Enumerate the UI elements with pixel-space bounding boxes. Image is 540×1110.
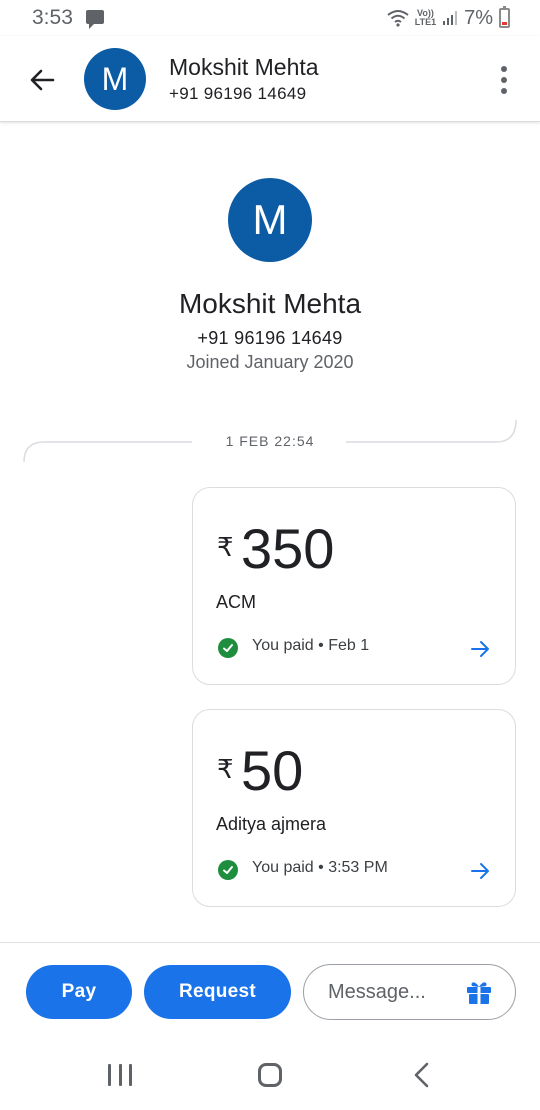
payment-note: ACM — [216, 592, 256, 612]
profile-phone: +91 96196 14649 — [197, 328, 343, 348]
system-nav-bar — [0, 1046, 540, 1110]
payment-note: Aditya ajmera — [216, 814, 327, 834]
payment-status: You paid • 3:53 PM — [252, 859, 388, 876]
recents-icon[interactable] — [108, 1064, 132, 1086]
message-field[interactable] — [303, 964, 516, 1020]
status-bar: 3:53 Vo)) LTE1 7% — [0, 0, 540, 36]
network-type: Vo)) LTE1 — [415, 9, 436, 27]
status-time: 3:53 — [32, 6, 73, 29]
system-back-icon[interactable] — [410, 1062, 434, 1088]
message-input[interactable] — [328, 980, 448, 1004]
currency-symbol: ₹ — [217, 532, 234, 562]
lte-label: LTE1 — [414, 17, 437, 27]
signal-icon — [443, 11, 458, 25]
battery-icon — [499, 6, 510, 28]
arrow-right-icon[interactable] — [469, 860, 491, 882]
recents-icon-bar — [118, 1064, 122, 1086]
request-button[interactable]: Request — [144, 965, 291, 1019]
back-button[interactable] — [22, 60, 62, 100]
status-indicators: Vo)) LTE1 7% — [387, 5, 510, 31]
battery-percentage: 7% — [464, 6, 493, 29]
gift-icon[interactable] — [465, 978, 493, 1006]
payment-amount: 350 — [241, 517, 335, 580]
recents-icon-bar — [108, 1064, 111, 1086]
app-bar: M Mokshit Mehta +91 96196 14649 — [0, 36, 540, 122]
arrow-left-icon — [30, 69, 55, 91]
currency-symbol: ₹ — [217, 754, 234, 784]
more-vert-icon — [501, 66, 507, 72]
payment-amount: 50 — [241, 739, 304, 802]
payment-card[interactable]: ₹ 50 Aditya ajmera You paid • 3:53 PM — [192, 709, 516, 907]
more-vert-icon-dot — [501, 88, 507, 94]
date-divider-label: 1 FEB 22:54 — [225, 433, 315, 449]
profile-avatar: M — [228, 178, 312, 262]
payment-card[interactable]: ₹ 350 ACM You paid • Feb 1 — [192, 487, 516, 685]
header-avatar[interactable]: M — [84, 48, 146, 110]
check-circle-icon — [218, 860, 238, 880]
recents-icon-bar — [129, 1064, 132, 1086]
home-icon[interactable] — [258, 1063, 282, 1087]
payment-status: You paid • Feb 1 — [252, 637, 370, 654]
wifi-icon — [387, 10, 409, 27]
pay-button[interactable]: Pay — [26, 965, 132, 1019]
profile-joined-date: Joined January 2020 — [186, 352, 354, 372]
more-options-button[interactable] — [492, 64, 516, 96]
more-vert-icon-dot — [501, 77, 507, 83]
header-contact-name[interactable]: Mokshit Mehta — [169, 54, 319, 81]
message-notification-icon — [86, 10, 104, 29]
profile-name: Mokshit Mehta — [178, 288, 362, 319]
bottom-action-bar: Pay Request — [0, 942, 540, 1046]
arrow-right-icon[interactable] — [469, 638, 491, 660]
header-contact-phone[interactable]: +91 96196 14649 — [169, 84, 306, 104]
check-circle-icon — [218, 638, 238, 658]
